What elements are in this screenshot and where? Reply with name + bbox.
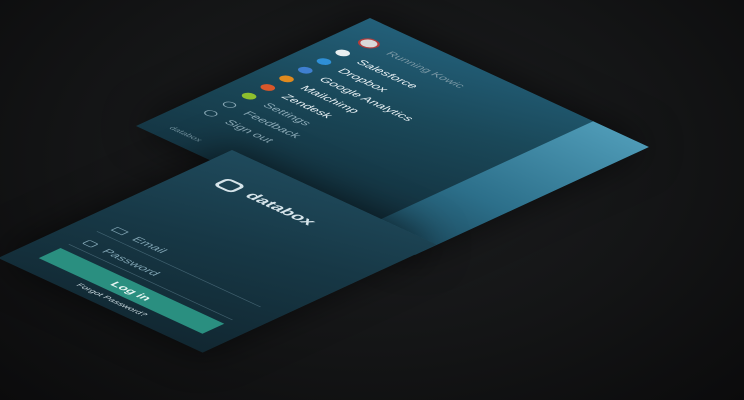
email-placeholder: Email: [128, 235, 171, 255]
feedback-icon: [220, 100, 240, 109]
google-analytics-icon: [295, 65, 316, 75]
envelope-icon: [110, 226, 129, 236]
dropbox-icon: [313, 56, 335, 67]
sign-out-icon: [201, 108, 221, 118]
brand-name: databox: [241, 190, 321, 228]
salesforce-icon: [332, 48, 353, 58]
lock-icon: [82, 239, 100, 248]
stage: Running Kowic Salesforce Dropbox Google …: [0, 0, 744, 400]
settings-icon: [238, 91, 260, 101]
brand-logo: databox: [212, 177, 321, 228]
menu-footer: databox: [167, 125, 205, 143]
avatar: [353, 36, 385, 51]
zendesk-icon: [257, 82, 279, 93]
databox-logo-icon: [212, 177, 247, 194]
mailchimp-icon: [276, 74, 297, 84]
